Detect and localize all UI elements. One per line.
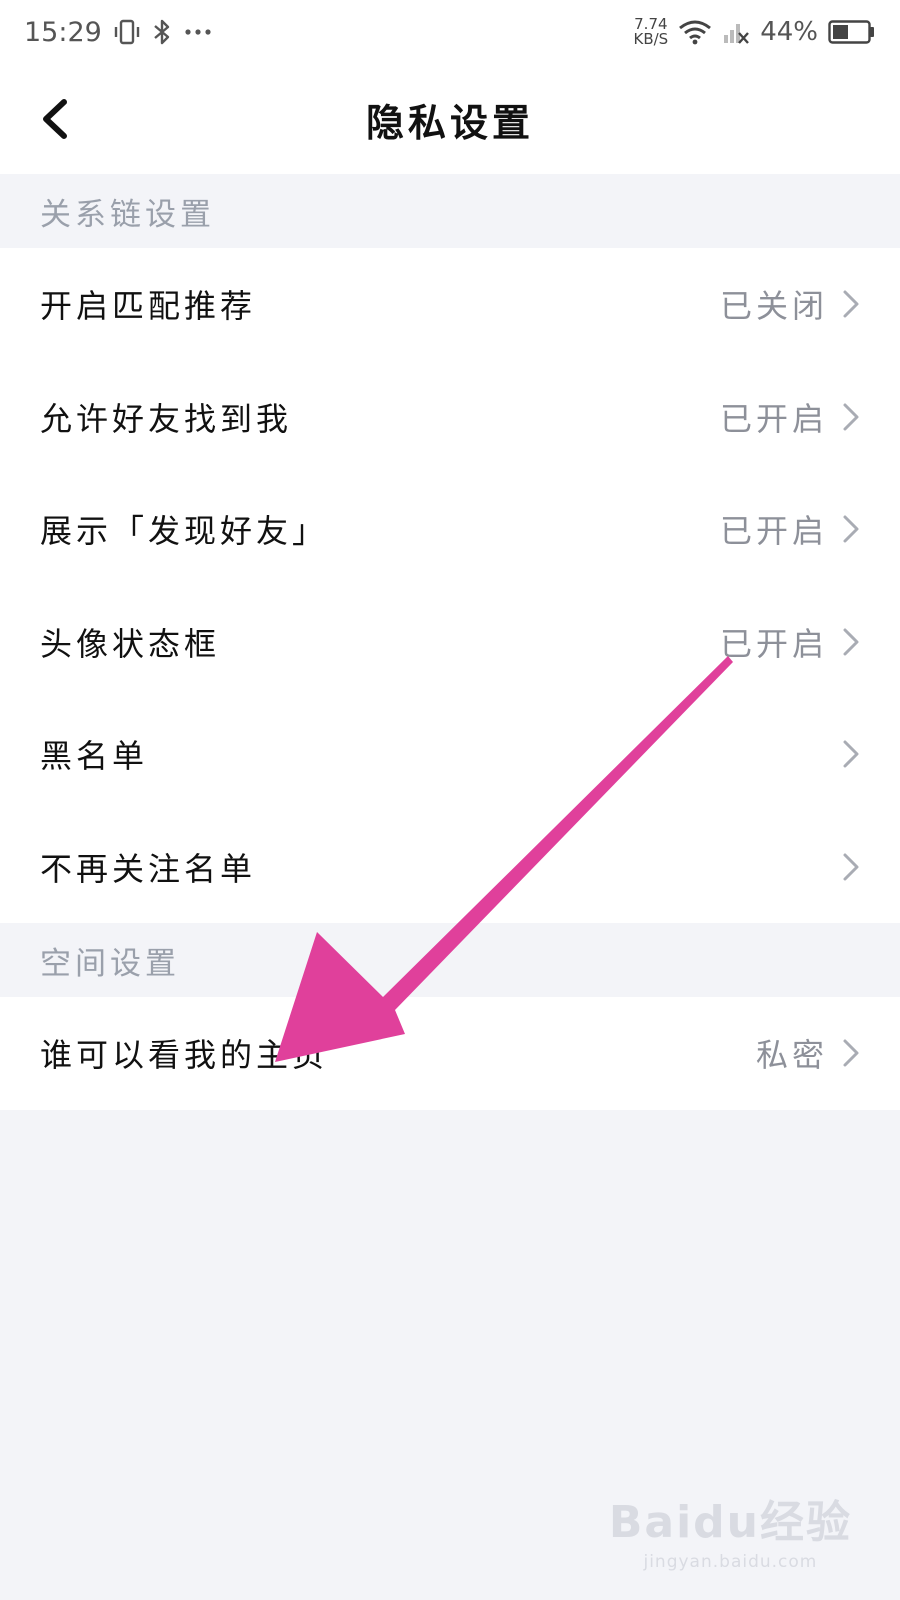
- section-title: 空间设置: [40, 945, 180, 982]
- relationship-settings-list: 开启匹配推荐 已关闭 允许好友找到我 已开启 展示「发现好友」 已开启 头像状态…: [0, 248, 900, 923]
- section-header-space: 空间设置: [0, 923, 900, 997]
- battery-icon: [828, 19, 876, 45]
- battery-percent: 44%: [760, 17, 818, 47]
- item-label: 谁可以看我的主页: [40, 1036, 329, 1075]
- list-item-avatar-status-frame[interactable]: 头像状态框 已开启: [0, 586, 900, 699]
- section-title: 关系链设置: [40, 196, 215, 233]
- list-item-blacklist[interactable]: 黑名单: [0, 698, 900, 811]
- nav-header: 隐私设置: [0, 64, 900, 174]
- chevron-right-icon: [843, 853, 859, 881]
- item-value: 已开启: [719, 512, 828, 551]
- item-label: 头像状态框: [40, 624, 221, 663]
- back-arrow-icon: [43, 99, 67, 139]
- list-item-unfollowed-list[interactable]: 不再关注名单: [0, 811, 900, 924]
- item-label: 开启匹配推荐: [40, 287, 257, 326]
- chevron-right-icon: [843, 290, 859, 318]
- item-value: 已开启: [719, 399, 828, 438]
- section-header-relationship: 关系链设置: [0, 174, 900, 248]
- privacy-settings-screen: 15:29 7.74 KB/S 44% 隐私设置 关系链设置 开启匹配推荐 已关…: [0, 0, 900, 1600]
- chevron-right-icon: [843, 740, 859, 768]
- status-bar: 15:29 7.74 KB/S 44%: [0, 0, 900, 64]
- chevron-right-icon: [843, 403, 859, 431]
- more-dots-icon: [184, 27, 212, 37]
- wifi-icon: [678, 19, 712, 45]
- item-label: 展示「发现好友」: [40, 512, 329, 551]
- chevron-right-icon: [843, 1039, 859, 1067]
- chevron-right-icon: [843, 628, 859, 656]
- item-label: 不再关注名单: [40, 849, 257, 888]
- list-item-who-can-view-homepage[interactable]: 谁可以看我的主页 私密: [0, 997, 900, 1110]
- network-speed: 7.74 KB/S: [634, 17, 669, 47]
- bluetooth-icon: [152, 18, 172, 46]
- baidu-jingyan-watermark: Baidu经验 jingyan.baidu.com: [609, 1486, 852, 1572]
- watermark-url: jingyan.baidu.com: [643, 1552, 818, 1572]
- list-item-match-recommend[interactable]: 开启匹配推荐 已关闭: [0, 248, 900, 361]
- space-settings-list: 谁可以看我的主页 私密: [0, 997, 900, 1110]
- item-label: 允许好友找到我: [40, 399, 293, 438]
- item-value: 已关闭: [719, 287, 828, 326]
- item-label: 黑名单: [40, 737, 149, 776]
- watermark-logo: Baidu经验: [608, 1497, 852, 1548]
- chevron-right-icon: [843, 515, 859, 543]
- item-value: 已开启: [719, 624, 828, 663]
- signal-off-icon: [722, 19, 750, 45]
- list-item-show-discover-friends[interactable]: 展示「发现好友」 已开启: [0, 473, 900, 586]
- page-title: 隐私设置: [365, 99, 534, 145]
- network-speed-unit: KB/S: [633, 30, 669, 48]
- list-item-allow-friends-find-me[interactable]: 允许好友找到我 已开启: [0, 361, 900, 474]
- status-time: 15:29: [24, 16, 102, 48]
- vibrate-icon: [114, 18, 140, 46]
- item-value: 私密: [755, 1036, 828, 1075]
- back-button[interactable]: [36, 94, 76, 144]
